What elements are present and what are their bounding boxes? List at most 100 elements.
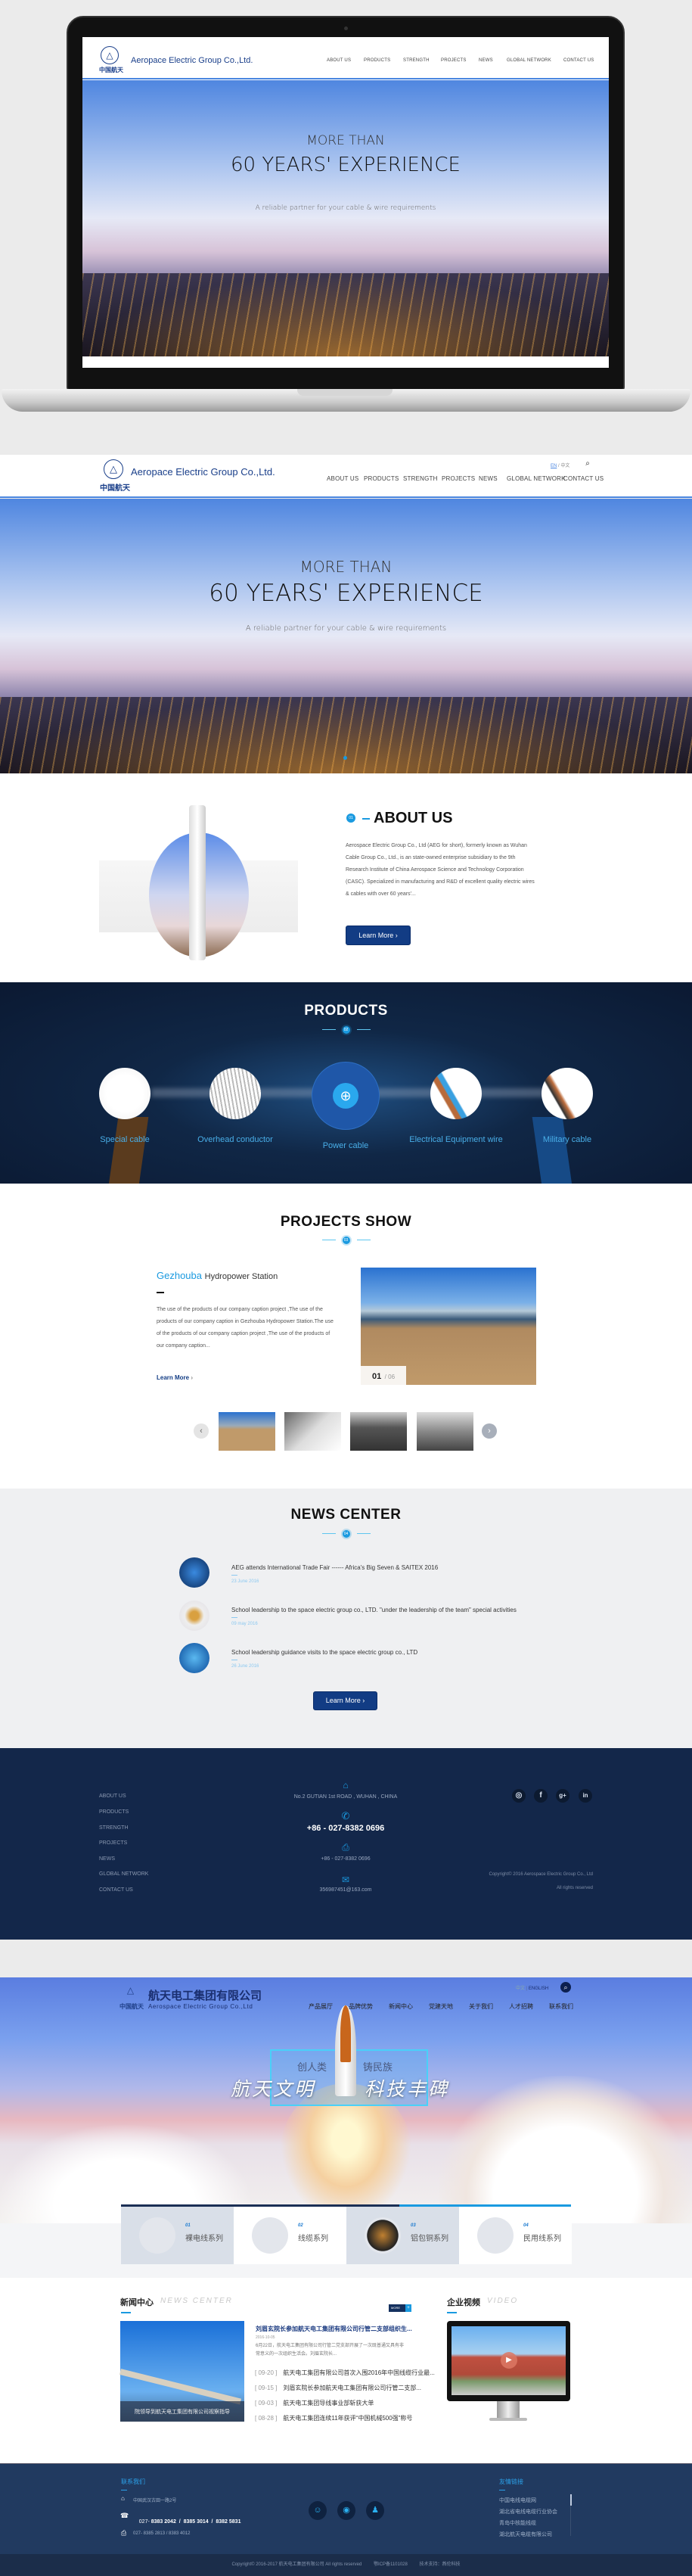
mock-nav-global[interactable]: GLOBAL NETWORK	[507, 58, 551, 63]
cn-news-list-item-1[interactable]: [ 09-20 ] 航天电工集团有限公司首次入围2016年中国线缆行业最...	[255, 2369, 435, 2377]
cn-nav-products[interactable]: 产品展厅	[309, 2002, 333, 2011]
friend-link-3[interactable]: 青岛中核能线缆	[499, 2519, 536, 2527]
footer-nav-news[interactable]: NEWS	[99, 1856, 115, 1862]
cn-product-cell-1[interactable]: 01 裸电线系列	[121, 2207, 234, 2264]
weibo-icon[interactable]: ◉	[337, 2501, 355, 2520]
friend-link-2[interactable]: 湖北省电线电缆行业协会	[499, 2508, 557, 2515]
news-item-1-title[interactable]: AEG attends International Trade Fair ---…	[231, 1564, 438, 1571]
cn-lang-cn[interactable]: 中文	[516, 1986, 525, 1991]
product-label-military-cable[interactable]: Military cable	[514, 1135, 620, 1144]
cn-lang-en[interactable]: ENGLISH	[529, 1986, 548, 1991]
project-learn-more-link[interactable]: Learn More ›	[157, 1374, 193, 1381]
about-learn-more-button[interactable]: Learn More ›	[346, 926, 411, 945]
cn-nav-brand[interactable]: 品牌优势	[349, 2002, 373, 2011]
cn-company-cn[interactable]: 航天电工集团有限公司	[148, 1987, 262, 2003]
logo-icon[interactable]: △	[104, 459, 123, 479]
cn-nav-news[interactable]: 新闻中心	[389, 2002, 413, 2011]
thumbs-prev-button[interactable]: ‹	[194, 1423, 209, 1439]
fax-icon: ⎙	[121, 2529, 127, 2537]
mock-nav-strength[interactable]: STRENGTH	[403, 58, 430, 63]
product-label-equipment-wire[interactable]: Electrical Equipment wire	[403, 1135, 509, 1144]
mock-nav-news[interactable]: NEWS	[479, 58, 493, 63]
footer-nav-products[interactable]: PRODUCTS	[99, 1809, 129, 1815]
cn-nav-about[interactable]: 关于我们	[469, 2002, 493, 2011]
search-icon[interactable]: ⌕	[583, 459, 592, 468]
laptop-camera	[344, 26, 348, 30]
cn-slogan-small-left: 创人类	[297, 2062, 327, 2074]
site-header: △ 中国航天 Aeropace Electric Group Co.,Ltd. …	[0, 455, 692, 498]
company-name[interactable]: Aeropace Electric Group Co.,Ltd.	[131, 466, 275, 478]
footer-email[interactable]: 356987451@163.com	[232, 1887, 459, 1893]
cn-news-headline[interactable]: 刘眉玄院长参加航天电工集团有限公司行管二支部组织生...	[256, 2325, 412, 2333]
product-label-power-cable[interactable]: Power cable	[293, 1141, 399, 1150]
cn-news-list-item-2[interactable]: [ 09-15 ] 刘眉玄院长参加航天电工集团有限公司行管二支部...	[255, 2384, 421, 2392]
news-item-2-title[interactable]: School leadership to the space electric …	[231, 1607, 517, 1613]
nav-strength[interactable]: STRENGTH	[403, 475, 438, 482]
lang-en[interactable]: EN	[551, 464, 557, 468]
footer-nav-strength[interactable]: STRENGTH	[99, 1825, 129, 1831]
cn-nav-careers[interactable]: 人才招聘	[509, 2002, 533, 2011]
cn-search-icon[interactable]: ⌕	[560, 1982, 571, 1993]
product-label-overhead-conductor[interactable]: Overhead conductor	[182, 1135, 288, 1144]
friend-link-1[interactable]: 中国电线电缆网	[499, 2497, 536, 2504]
nav-news[interactable]: NEWS	[479, 475, 498, 482]
news-learn-more-button[interactable]: Learn More ›	[313, 1691, 377, 1710]
mock-nav-contact[interactable]: CONTACT US	[563, 58, 594, 63]
cn-icp[interactable]: 鄂ICP备1101028	[374, 2562, 408, 2567]
footer-nav-projects[interactable]: PROJECTS	[99, 1840, 127, 1846]
footer-nav-contact[interactable]: CONTACT US	[99, 1887, 133, 1893]
project-thumb-4[interactable]	[417, 1412, 473, 1451]
cn-nav-contact[interactable]: 联系我们	[549, 2002, 573, 2011]
product-military-cable-image[interactable]	[541, 1068, 593, 1119]
friend-links-scrollbar[interactable]	[570, 2494, 572, 2536]
project-name-rest: Hydropower Station	[204, 1272, 278, 1281]
qq-icon[interactable]: ♟	[366, 2501, 384, 2520]
mock-nav-about[interactable]: ABOUT US	[327, 58, 351, 63]
cn-product-cell-3[interactable]: 03 铝包铜系列	[346, 2207, 459, 2264]
product-equipment-wire-image[interactable]	[430, 1068, 482, 1119]
cn-product-cell-4[interactable]: 04 民用线系列	[459, 2207, 572, 2264]
cn-news-list-item-4[interactable]: [ 08-28 ] 航天电工集团连续11年获评“中国机械500强”称号	[255, 2414, 412, 2422]
product-label-special-cable[interactable]: Special cable	[72, 1135, 178, 1144]
news-item-3-image[interactable]	[179, 1643, 209, 1673]
nav-projects[interactable]: PROJECTS	[442, 475, 475, 482]
instagram-icon[interactable]: ◎	[512, 1789, 526, 1803]
friend-links-scroll-thumb[interactable]	[570, 2494, 572, 2506]
news-item-1-image[interactable]	[179, 1557, 209, 1588]
google-plus-icon[interactable]: g+	[556, 1789, 569, 1803]
thumbs-next-button[interactable]: ›	[482, 1423, 497, 1439]
cn-nav-party[interactable]: 党建天地	[429, 2002, 453, 2011]
news-item-2-image[interactable]	[179, 1601, 209, 1631]
product-special-cable-image[interactable]	[99, 1068, 151, 1119]
product-overhead-conductor-image[interactable]	[209, 1068, 261, 1119]
nav-contact-us[interactable]: CONTACT US	[563, 475, 604, 482]
project-thumb-2[interactable]	[284, 1412, 341, 1451]
facebook-icon[interactable]: f	[534, 1789, 548, 1803]
project-thumb-1[interactable]	[219, 1412, 275, 1451]
cn-slogan-small-right: 铸民族	[363, 2062, 393, 2074]
mock-nav-products[interactable]: PRODUCTS	[364, 58, 390, 63]
nav-about-us[interactable]: ABOUT US	[327, 475, 358, 482]
cn-news-more-button[interactable]: MORE +	[389, 2304, 411, 2312]
friend-link-4[interactable]: 湖北航天电缆有限公司	[499, 2531, 552, 2538]
lang-cn[interactable]: 中文	[560, 464, 569, 468]
cn-product-cell-2[interactable]: 02 线缆系列	[234, 2207, 346, 2264]
zoom-in-icon[interactable]: ⊕	[333, 1083, 358, 1109]
nav-products[interactable]: PRODUCTS	[364, 475, 399, 482]
cn-news-image-caption[interactable]: 院领导到航天电工集团有限公司视察指导	[120, 2408, 244, 2416]
mock-nav-projects[interactable]: PROJECTS	[441, 58, 467, 63]
mock-company-name: Aeropace Electric Group Co.,Ltd.	[131, 56, 253, 65]
cn-footer-bottom-bar: Copyright© 2016-2017 航天电工集团有限公司 All righ…	[0, 2554, 692, 2576]
hero-slide-dot-active[interactable]	[343, 756, 347, 760]
cn-product-name: 线缆系列	[298, 2235, 328, 2243]
linkedin-icon[interactable]: in	[579, 1789, 592, 1803]
footer-nav-about[interactable]: ABOUT US	[99, 1794, 126, 1799]
nav-global-network[interactable]: GLOBAL NETWORK	[507, 475, 566, 482]
project-thumb-3[interactable]	[350, 1412, 407, 1451]
footer-nav-global[interactable]: GLOBAL NETWORK	[99, 1871, 148, 1877]
play-icon[interactable]: ▶	[501, 2352, 517, 2369]
wechat-icon[interactable]: ☺	[309, 2501, 327, 2520]
news-item-3-title[interactable]: School leadership guidance visits to the…	[231, 1649, 417, 1656]
cn-header-logo-icon[interactable]: △	[125, 1985, 136, 2000]
cn-news-list-item-3[interactable]: [ 09-03 ] 航天电工集团导线事业部斩获大单	[255, 2399, 374, 2407]
